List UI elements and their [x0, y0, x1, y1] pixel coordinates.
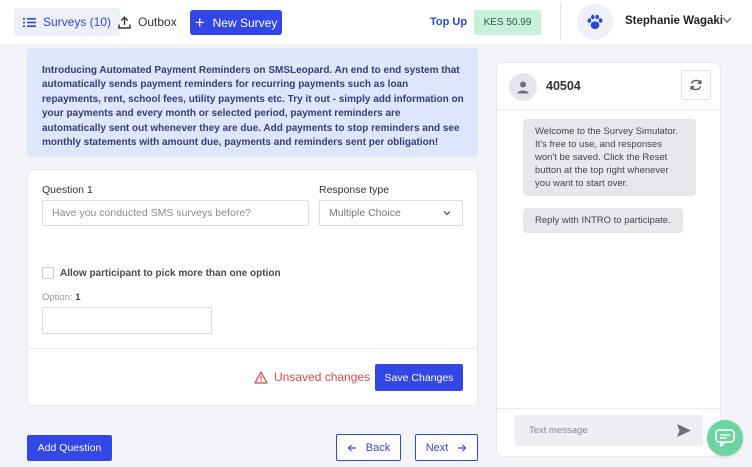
chevron-down-icon [443, 211, 451, 216]
response-type-label: Response type [319, 184, 390, 196]
divider [497, 408, 720, 409]
tab-outbox-label: Outbox [138, 15, 177, 29]
multi-select-option: Allow participant to pick more than one … [42, 267, 281, 279]
text-message-input[interactable] [515, 415, 675, 446]
response-type-select[interactable]: Multiple Choice [319, 200, 463, 226]
tab-surveys[interactable]: Surveys (10) [14, 8, 121, 36]
warning-icon [254, 370, 268, 384]
user-name[interactable]: Stephanie Wagaki [625, 15, 723, 27]
new-survey-label: New Survey [212, 15, 278, 30]
question-input[interactable] [42, 200, 309, 226]
chat-icon [715, 429, 735, 447]
avatar[interactable] [577, 4, 613, 40]
back-button[interactable]: Back [336, 434, 401, 461]
message-bubble: Welcome to the Survey Simulator. It's fr… [523, 119, 696, 196]
unsaved-changes-indicator: Unsaved changes [254, 370, 370, 384]
message-composer [515, 415, 703, 446]
message-bubble: Reply with INTRO to participate. [523, 208, 683, 233]
question-card: Question 1 Response type Multiple Choice… [27, 169, 478, 406]
chevron-down-icon[interactable] [720, 13, 734, 27]
refresh-icon [690, 79, 702, 91]
option-label: Option: 1 [42, 292, 81, 303]
option-number: 1 [75, 292, 81, 303]
arrow-left-icon [347, 444, 356, 451]
divider [28, 348, 477, 349]
chat-support-button[interactable] [707, 420, 743, 456]
info-banner: Introducing Automated Payment Reminders … [27, 48, 478, 157]
back-label: Back [365, 441, 391, 454]
list-icon [23, 17, 36, 27]
reset-button[interactable] [681, 70, 711, 100]
balance-badge: KES 50.99 [474, 10, 541, 35]
option-label-text: Option: [42, 292, 73, 303]
divider [497, 109, 720, 110]
option-input[interactable] [42, 307, 212, 334]
add-question-button[interactable]: Add Question [27, 435, 112, 461]
user-icon [517, 81, 529, 94]
next-button[interactable]: Next [415, 434, 478, 461]
next-label: Next [425, 441, 449, 454]
plus-icon: + [194, 13, 205, 32]
arrow-right-icon [458, 444, 467, 451]
new-survey-button[interactable]: + New Survey [190, 10, 282, 35]
multi-select-label: Allow participant to pick more than one … [60, 267, 281, 279]
question-label: Question 1 [42, 184, 93, 196]
divider [560, 3, 561, 41]
simulator-number: 40504 [546, 79, 581, 93]
save-changes-button[interactable]: Save Changes [375, 364, 463, 391]
send-icon[interactable] [676, 423, 692, 438]
response-type-value: Multiple Choice [329, 207, 401, 219]
survey-simulator: 40504 Welcome to the Survey Simulator. I… [496, 62, 721, 457]
multi-select-checkbox[interactable] [42, 267, 54, 279]
tab-surveys-label: Surveys (10) [43, 15, 112, 29]
tab-outbox[interactable]: Outbox [118, 8, 177, 36]
unsaved-changes-label: Unsaved changes [274, 370, 371, 384]
upload-icon [118, 15, 131, 29]
top-bar: Surveys (10) Outbox + New Survey Top Up … [0, 0, 752, 44]
paw-icon [587, 14, 603, 29]
top-up-link[interactable]: Top Up [430, 16, 467, 28]
avatar [509, 73, 537, 101]
